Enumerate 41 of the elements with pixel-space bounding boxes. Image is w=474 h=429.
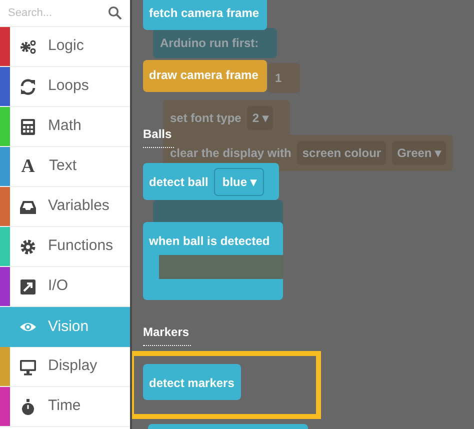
category-item[interactable]: Math	[0, 107, 130, 147]
category-label: I/O	[48, 276, 68, 296]
category-item[interactable]: Functions	[0, 227, 130, 267]
category-label: Logic	[48, 36, 84, 56]
category-item[interactable]: Display	[0, 347, 130, 387]
block-text: set font type	[170, 110, 242, 127]
search-icon[interactable]	[108, 6, 122, 20]
refresh-icon	[19, 78, 37, 96]
category-item[interactable]: Loops	[0, 67, 130, 107]
stopwatch-icon	[19, 398, 37, 416]
text-icon: A	[18, 157, 38, 176]
category-label: Loops	[48, 76, 89, 96]
block-text: fetch camera frame	[149, 5, 260, 22]
block-text: Arduino run first:	[160, 35, 259, 52]
block-text: draw camera frame	[149, 67, 258, 84]
arrow-square-icon	[19, 278, 37, 296]
calculator-icon	[19, 118, 37, 136]
category-label: Math	[48, 116, 82, 136]
section-label: Markers	[143, 323, 192, 346]
category-label: Variables	[48, 196, 110, 216]
category-label: Functions	[48, 236, 114, 256]
faded-field: 2 ▾	[247, 106, 274, 130]
faded-field: screen colour	[297, 141, 386, 165]
gear-icon	[19, 238, 37, 256]
category-item[interactable]: Logic	[0, 27, 130, 67]
block-text: 1	[275, 70, 282, 87]
category-item[interactable]: Time	[0, 387, 130, 427]
monitor-icon	[19, 358, 37, 376]
category-label: Time	[48, 396, 81, 416]
category-label: Display	[48, 356, 98, 376]
gears-icon	[19, 38, 37, 56]
category-item[interactable]: A Text	[0, 147, 130, 187]
search-field[interactable]: Search...	[8, 4, 98, 22]
block-text: detect ball	[149, 174, 208, 190]
faded-field: Green ▾	[392, 141, 446, 165]
category-item[interactable]: Variables	[0, 187, 130, 227]
block-text: clear the display with	[170, 145, 292, 162]
category-label: Text	[49, 156, 77, 176]
block-text: detect markers	[149, 375, 234, 392]
section-label: Balls	[143, 125, 174, 148]
category-label: Vision	[48, 316, 89, 337]
